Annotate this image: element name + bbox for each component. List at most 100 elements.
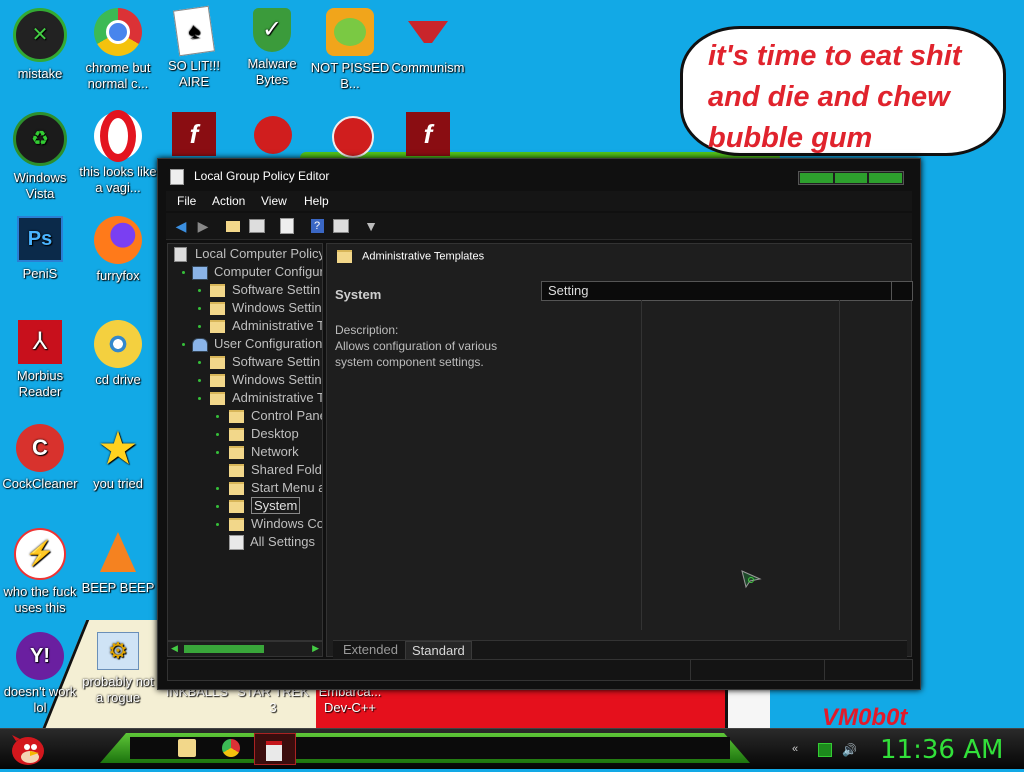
- explorer-icon[interactable]: [178, 739, 196, 757]
- back-arrow-icon[interactable]: ◀: [172, 217, 190, 235]
- tree-expander[interactable]: [216, 433, 219, 436]
- desktop-icon-label: furryfox: [96, 268, 140, 283]
- tree-item-windows-settings[interactable]: Windows Settin: [210, 372, 322, 388]
- tab-extended[interactable]: Extended: [337, 641, 404, 659]
- clock[interactable]: 11:36 AM: [880, 735, 1003, 765]
- desktop-icon-communism[interactable]: Communism: [388, 8, 468, 76]
- console-tree-icon[interactable]: [248, 217, 266, 235]
- folder-icon: [210, 284, 225, 298]
- network-icon[interactable]: [818, 743, 832, 757]
- desktop-icon-probably-not-a-rogue[interactable]: ⚙ probably not a rogue: [78, 632, 158, 706]
- minimize-button[interactable]: [800, 173, 833, 183]
- tree-item-software-settings[interactable]: Software Settin: [210, 354, 320, 370]
- tree-item-windows-components[interactable]: Windows Co: [229, 516, 322, 532]
- tree-item-label: Desktop: [251, 426, 299, 441]
- tree-item-shared-folders[interactable]: Shared Fold: [229, 462, 322, 478]
- scroll-left-icon[interactable]: ◀: [171, 643, 178, 654]
- angry-bird-icon[interactable]: [332, 116, 374, 158]
- chrome-icon[interactable]: [222, 739, 240, 757]
- status-divider: [690, 660, 691, 680]
- export-list-icon[interactable]: [278, 217, 296, 235]
- tree-item-label: Shared Fold: [251, 462, 322, 477]
- tree-item-local-computer-policy[interactable]: Local Computer Policy: [174, 246, 322, 263]
- tree-expander[interactable]: [198, 361, 201, 364]
- volume-icon[interactable]: 🔊: [842, 743, 857, 757]
- tree-expander[interactable]: [216, 451, 219, 454]
- tree-item-computer-configuration[interactable]: Computer Configura: [192, 264, 322, 280]
- window-title: Local Group Policy Editor: [194, 169, 330, 183]
- tree-expander[interactable]: [198, 379, 201, 382]
- firefox-icon: [94, 216, 142, 264]
- tree-item-desktop[interactable]: Desktop: [229, 426, 299, 442]
- desktop-icon-mistake[interactable]: ✕ mistake: [0, 8, 80, 82]
- tree-item-all-settings[interactable]: All Settings: [229, 534, 315, 551]
- desktop-icon-label: NOT PISSED B...: [310, 60, 390, 91]
- tray-chevron-icon[interactable]: «: [792, 743, 804, 755]
- tree-expander[interactable]: [216, 487, 219, 490]
- maximize-button[interactable]: [834, 173, 868, 183]
- filter-icon[interactable]: ▼: [362, 217, 380, 235]
- desktop-icon-windows-vista[interactable]: ♻ Windows Vista: [0, 112, 80, 202]
- tree-expander[interactable]: [216, 415, 219, 418]
- start-button[interactable]: [6, 731, 46, 767]
- tree-item-label: Windows Settin: [232, 300, 322, 315]
- help-icon[interactable]: ?: [308, 217, 326, 235]
- tree-item-administrative-templates[interactable]: Administrative T: [210, 390, 322, 406]
- tree-item-network[interactable]: Network: [229, 444, 299, 460]
- menu-file[interactable]: File: [177, 194, 196, 208]
- desktop-icon-beep-beep[interactable]: BEEP BEEP: [78, 528, 158, 596]
- desktop-icon-doesnt-work[interactable]: Y! doesn't work lol: [0, 632, 80, 716]
- desktop-icon-penis[interactable]: Ps PeniS: [0, 216, 80, 282]
- desktop-icon-you-tried[interactable]: ★ you tried: [78, 424, 158, 492]
- desktop-icon-malwarebytes[interactable]: ✓ Malware Bytes: [232, 8, 312, 88]
- tree-expander[interactable]: [216, 505, 219, 508]
- tree-expander[interactable]: [198, 289, 201, 292]
- menu-view[interactable]: View: [261, 194, 287, 208]
- desktop-icon-label: probably not a rogue: [82, 674, 154, 705]
- folder-up-icon[interactable]: [224, 217, 242, 235]
- tree-expander[interactable]: [216, 523, 219, 526]
- column-separator: [839, 300, 840, 630]
- angry-bird-icon[interactable]: [254, 116, 292, 154]
- desktop-icon-label: CockCleaner: [2, 476, 78, 491]
- scrollbar-thumb[interactable]: [184, 645, 264, 653]
- column-divider[interactable]: [891, 282, 892, 300]
- desktop-icon-morbius-reader[interactable]: ⅄ Morbius Reader: [0, 320, 80, 400]
- scroll-right-icon[interactable]: ▶: [312, 643, 319, 654]
- folder-icon: [210, 374, 225, 388]
- desktop-icon-chrome[interactable]: chrome but normal c...: [78, 8, 158, 92]
- forward-arrow-icon[interactable]: ▶: [194, 217, 212, 235]
- tab-standard[interactable]: Standard: [405, 641, 472, 661]
- title-bar[interactable]: Local Group Policy Editor: [158, 159, 920, 189]
- desktop-icon-not-pissed[interactable]: NOT PISSED B...: [310, 8, 390, 92]
- policy-editor-icon: [266, 741, 282, 761]
- tree-expander[interactable]: [198, 397, 201, 400]
- tree-item-software-settings[interactable]: Software Settin: [210, 282, 320, 298]
- desktop-icon-cockcleaner[interactable]: C CockCleaner: [0, 424, 80, 492]
- tree-item-control-panel[interactable]: Control Pane: [229, 408, 322, 424]
- desktop-icon-furryfox[interactable]: furryfox: [78, 216, 158, 284]
- tree-item-administrative-templates[interactable]: Administrative T: [210, 318, 322, 334]
- menu-action[interactable]: Action: [212, 194, 245, 208]
- tree-item-start-menu[interactable]: Start Menu a: [229, 480, 322, 496]
- flash-icon[interactable]: f: [172, 112, 216, 156]
- tree-item-system[interactable]: System: [229, 497, 301, 514]
- close-button[interactable]: [869, 173, 903, 183]
- tree-expander[interactable]: [182, 343, 185, 346]
- taskbar-item-group-policy[interactable]: [254, 733, 296, 765]
- tree-item-user-configuration[interactable]: User Configuration: [192, 336, 322, 352]
- properties-icon[interactable]: [332, 217, 350, 235]
- desktop-icon-solitaire[interactable]: ♠ SO LIT!!! AIRE: [154, 5, 234, 90]
- desktop-icon-cd-drive[interactable]: cd drive: [78, 320, 158, 388]
- tree-item-label: Software Settin: [232, 354, 321, 369]
- tree-item-windows-settings[interactable]: Windows Settin: [210, 300, 322, 316]
- column-header-setting[interactable]: Setting: [548, 283, 588, 298]
- tree-expander[interactable]: [182, 271, 185, 274]
- tree-horizontal-scrollbar[interactable]: ◀ ▶: [167, 641, 323, 657]
- tree-expander[interactable]: [198, 325, 201, 328]
- tree-expander[interactable]: [198, 307, 201, 310]
- desktop-icon-who-the-fuck[interactable]: ⚡ who the fuck uses this: [0, 528, 80, 616]
- menu-help[interactable]: Help: [304, 194, 329, 208]
- flash-icon[interactable]: f: [406, 112, 450, 156]
- desktop-icon-opera[interactable]: this looks like a vagi...: [78, 110, 158, 196]
